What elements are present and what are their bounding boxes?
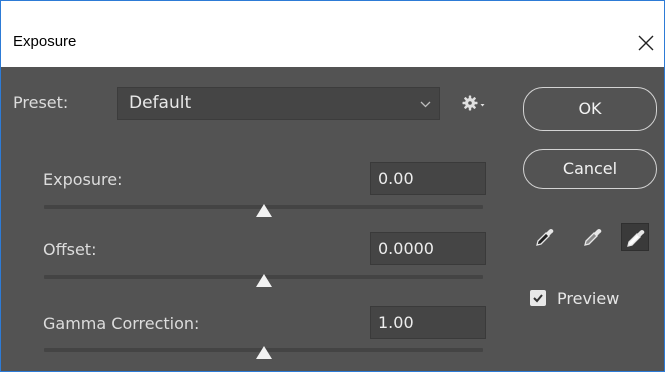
exposure-slider-thumb[interactable] <box>256 204 272 217</box>
close-icon <box>638 35 654 51</box>
preset-options-button[interactable] <box>462 93 488 117</box>
title-bar: Exposure <box>1 1 664 67</box>
gamma-correction-slider-thumb[interactable] <box>256 346 272 359</box>
dialog-title: Exposure <box>13 33 77 50</box>
black-point-eyedropper-icon <box>536 229 554 246</box>
offset-label: Offset: <box>43 240 97 259</box>
gamma-correction-label: Gamma Correction: <box>43 314 200 333</box>
cancel-button[interactable]: Cancel <box>523 149 657 189</box>
offset-slider-thumb[interactable] <box>256 274 272 287</box>
exposure-input[interactable] <box>370 162 486 195</box>
white-point-eyedropper[interactable] <box>621 223 649 251</box>
gear-icon <box>462 95 485 111</box>
exposure-label: Exposure: <box>43 170 123 189</box>
chevron-down-icon <box>420 101 431 108</box>
gamma-correction-input[interactable] <box>370 306 486 339</box>
preview-label[interactable]: Preview <box>557 289 619 308</box>
ok-button[interactable]: OK <box>523 87 657 131</box>
preset-value: Default <box>129 93 192 113</box>
offset-input[interactable] <box>370 232 486 265</box>
white-point-eyedropper-icon <box>627 230 645 247</box>
gray-point-eyedropper[interactable] <box>579 223 607 251</box>
close-button[interactable] <box>632 29 660 57</box>
preview-checkbox[interactable] <box>530 290 546 306</box>
preset-label: Preset: <box>13 93 69 112</box>
gray-point-eyedropper-icon <box>584 229 602 246</box>
exposure-dialog: Exposure Preset: Default Exposure: 0.00 … <box>0 0 665 372</box>
preset-dropdown[interactable]: Default <box>117 87 440 120</box>
checkmark-icon <box>533 294 543 303</box>
black-point-eyedropper[interactable] <box>531 223 559 251</box>
